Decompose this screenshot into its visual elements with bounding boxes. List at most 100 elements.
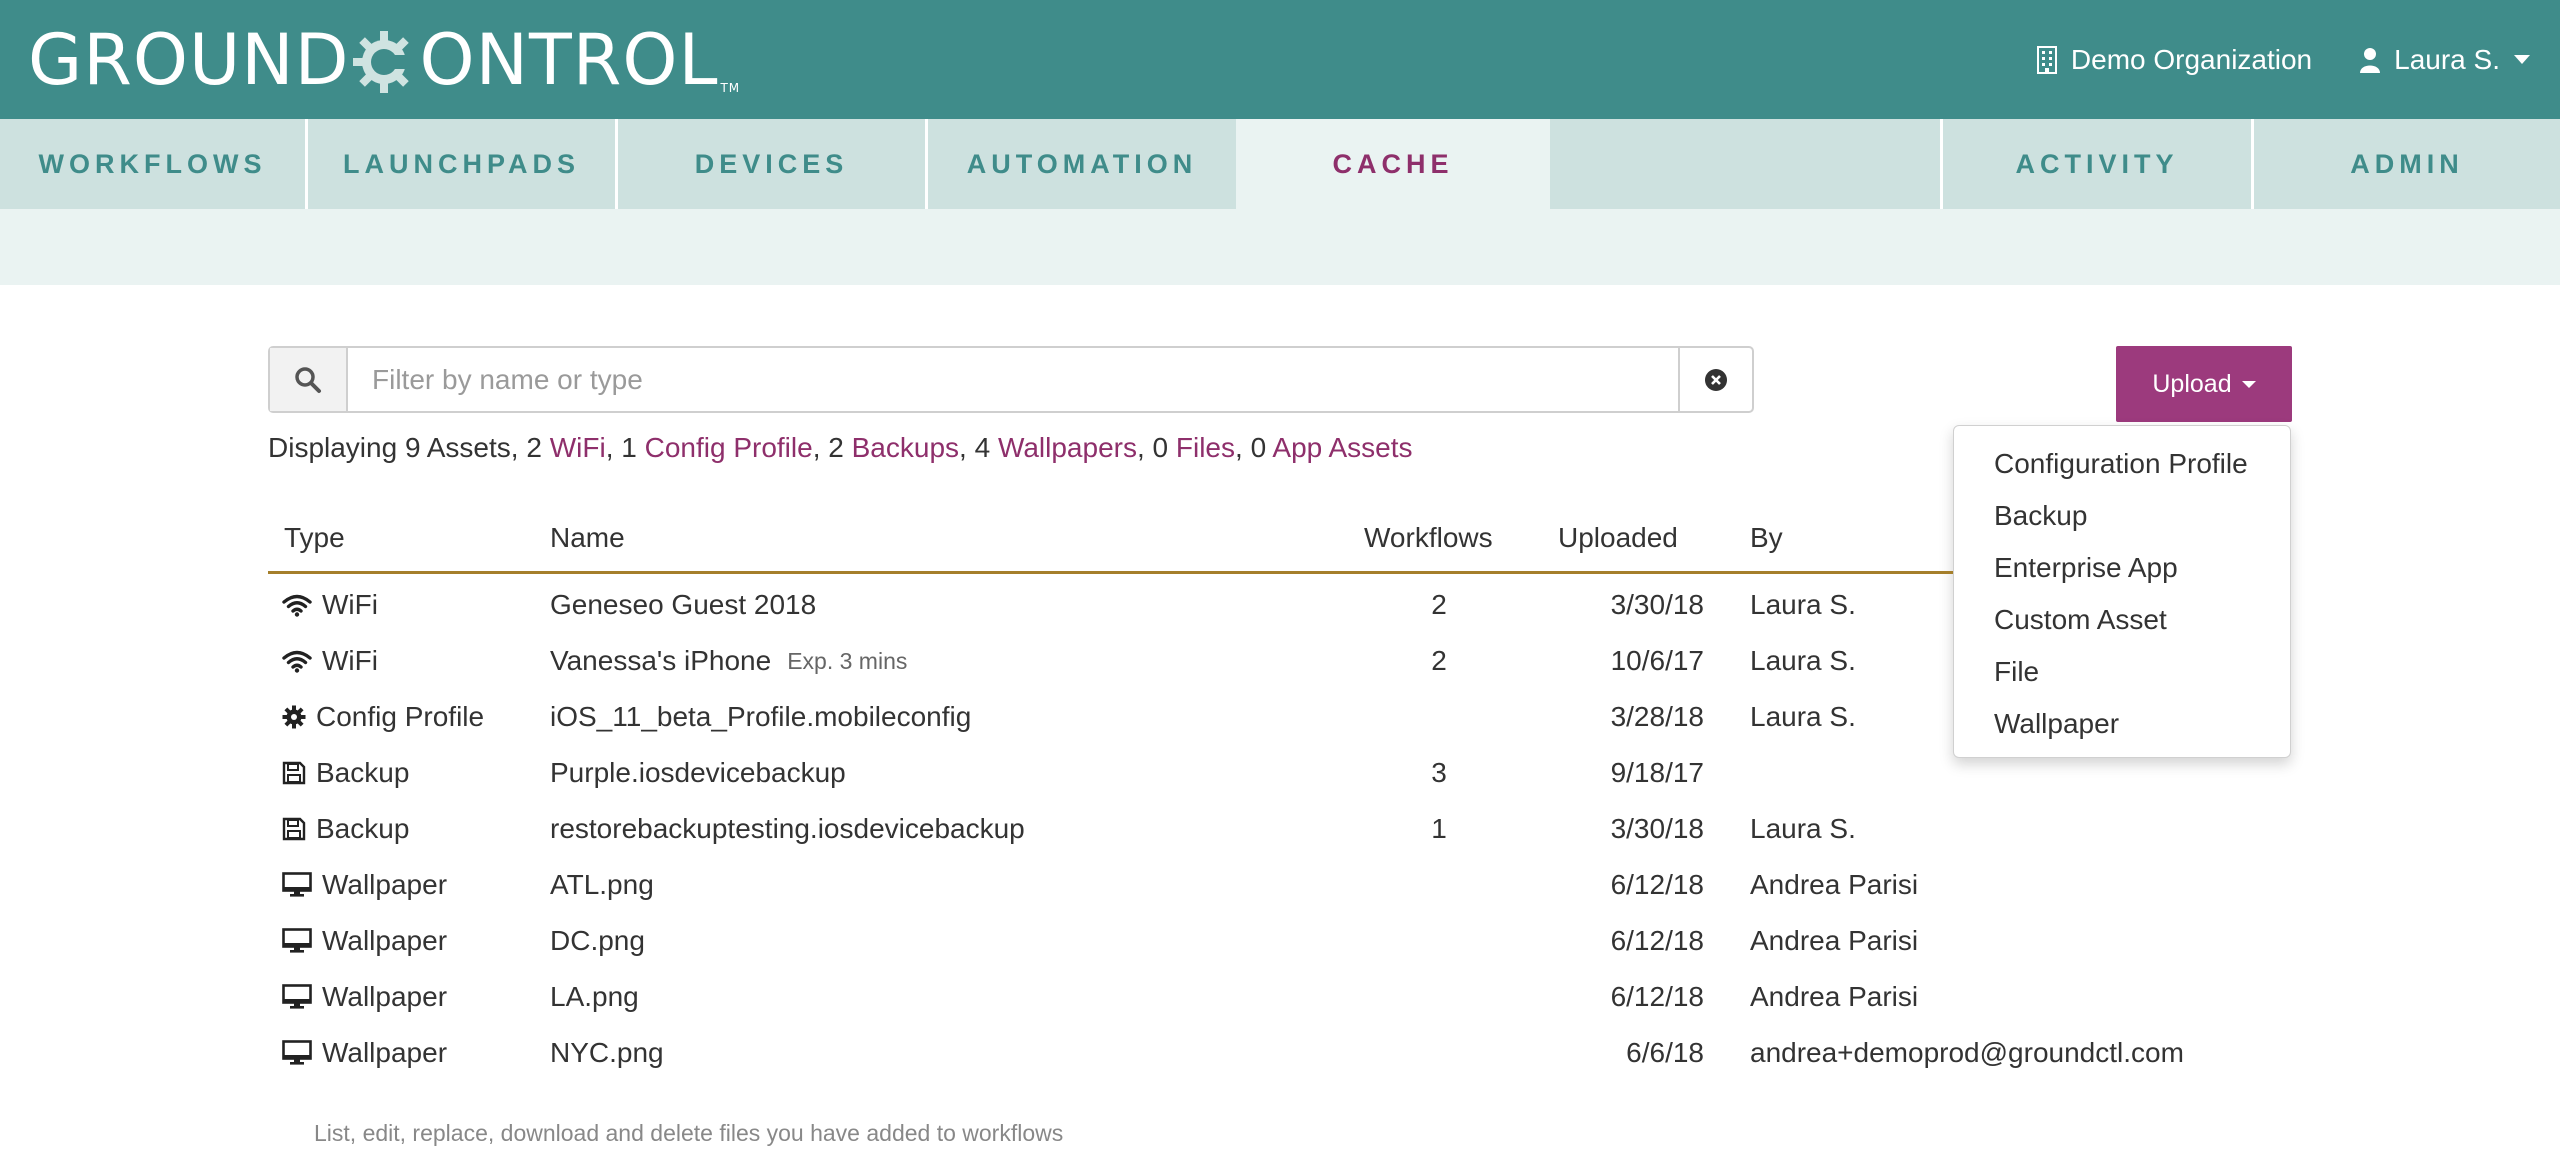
expiry-note: Exp. 3 mins [787,647,908,674]
filter-link-files[interactable]: Files [1176,432,1235,463]
tab-admin[interactable]: ADMIN [2254,119,2560,209]
tab-cache[interactable]: CACHE [1236,119,1550,209]
cell-name: ATL.png [550,857,654,913]
cell-by: Andrea Parisi [1750,981,1919,1012]
table-row[interactable]: Wallpaper NYC.png 6/6/18 andrea+demoprod@gr… [268,1025,2268,1081]
summary-prefix: Displaying 9 Assets, [268,432,527,463]
cache-help-text: List, edit, replace, download and delete… [314,1120,1064,1146]
main-nav: WORKFLOWS LAUNCHPADS DEVICES AUTOMATION … [0,119,2560,209]
cell-by: Andrea Parisi [1750,869,1919,900]
floppy-icon [282,761,316,785]
summary-sep: , [605,432,622,463]
menu-item-configuration-profile[interactable]: Configuration Profile [1954,438,2290,490]
cell-name: iOS_11_beta_Profile.mobileconfig [550,689,971,745]
table-row[interactable]: Wallpaper DC.png 6/12/18 Andrea Parisi [268,913,2268,969]
caret-down-icon [2241,380,2256,388]
cell-workflows: 2 [1431,645,1447,676]
cell-uploaded: 9/18/17 [1610,757,1704,788]
asset-name[interactable]: Vanessa's iPhone [550,645,771,677]
cell-uploaded: 3/28/18 [1610,701,1704,732]
user-name: Laura S. [2394,43,2500,75]
asset-name[interactable]: ATL.png [550,869,654,901]
asset-name[interactable]: Purple.iosdevicebackup [550,757,846,789]
summary-sep: , [959,432,975,463]
sub-header-bar [0,209,2560,285]
cell-name: Purple.iosdevicebackup [550,745,846,801]
top-header: GROUND ONTROL TM Demo Organization Laura… [0,0,2560,119]
cell-uploaded: 6/6/18 [1626,1037,1704,1068]
table-row[interactable]: Wallpaper LA.png 6/12/18 Andrea Parisi [268,969,2268,1025]
summary-count: 0 [1250,432,1267,463]
tab-automation[interactable]: AUTOMATION [928,119,1236,209]
gear-icon [351,29,418,95]
filter-link-backups[interactable]: Backups [852,432,959,463]
cell-name: Geneseo Guest 2018 [550,577,816,633]
cell-workflows: 3 [1431,757,1447,788]
cell-workflows [1364,969,1514,1025]
cell-type: Backup [282,745,409,801]
asset-name[interactable]: NYC.png [550,1037,664,1069]
cell-uploaded: 3/30/18 [1610,589,1704,620]
search-icon-addon [270,348,348,411]
wifi-icon [282,593,322,617]
summary-count: 2 [828,432,844,463]
summary-count: 4 [974,432,991,463]
cell-type: WiFi [282,577,378,633]
tab-launchpads[interactable]: LAUNCHPADS [308,119,618,209]
column-header-name[interactable]: Name [550,522,625,554]
tab-activity[interactable]: ACTIVITY [1940,119,2254,209]
table-row[interactable]: WiFi Geneseo Guest 2018 2 3/30/18 Laura S. [268,577,2268,633]
upload-button-label: Upload [2152,369,2232,398]
asset-name[interactable]: Geneseo Guest 2018 [550,589,816,621]
table-header-rule [268,571,1953,574]
table-row[interactable]: Backup restorebackuptesting.iosdeviceback… [268,801,2268,857]
table-row[interactable]: Config Profile iOS_11_beta_Profile.mobile… [268,689,2268,745]
summary-sep: , [1136,432,1153,463]
filter-input[interactable] [348,348,1678,411]
filter-link-app-assets[interactable]: App Assets [1272,432,1412,463]
organization-menu[interactable]: Demo Organization [2036,43,2313,76]
building-icon [2036,45,2057,74]
groundcontrol-logo[interactable]: GROUND ONTROL TM [28,19,740,101]
asset-name[interactable]: DC.png [550,925,645,957]
column-header-by[interactable]: By [1750,522,1783,554]
type-label: Config Profile [316,701,485,732]
column-header-workflows[interactable]: Workflows [1364,522,1493,554]
monitor-icon [282,984,322,1010]
table-row[interactable]: WiFi Vanessa's iPhone Exp. 3 mins 2 10/6/17 L… [268,633,2268,689]
clear-icon [1705,368,1727,391]
summary-sep: , [1235,432,1251,463]
tab-devices[interactable]: DEVICES [618,119,928,209]
table-row[interactable]: Wallpaper ATL.png 6/12/18 Andrea Parisi [268,857,2268,913]
organization-name: Demo Organization [2070,43,2313,75]
type-label: WiFi [322,589,378,620]
column-header-type[interactable]: Type [284,522,345,554]
menu-item-backup[interactable]: Backup [1954,490,2290,542]
search-icon [295,366,321,393]
cell-by: andrea+demoprod@groundctl.com [1750,1037,2184,1068]
filter-link-wifi[interactable]: WiFi [550,432,606,463]
type-label: Wallpaper [322,925,448,956]
cell-workflows [1364,913,1514,969]
cell-by: Andrea Parisi [1750,925,1919,956]
cell-by: Laura S. [1750,813,1856,844]
cell-by: Laura S. [1750,645,1856,676]
cell-workflows [1364,857,1514,913]
type-label: Wallpaper [322,869,448,900]
upload-button[interactable]: Upload [2116,346,2292,422]
column-header-uploaded[interactable]: Uploaded [1558,522,1678,554]
asset-name[interactable]: iOS_11_beta_Profile.mobileconfig [550,701,971,733]
user-menu[interactable]: Laura S. [2360,44,2530,76]
cell-name: Vanessa's iPhone Exp. 3 mins [550,633,907,689]
cell-type: Wallpaper [282,1025,447,1081]
asset-name[interactable]: LA.png [550,981,639,1013]
asset-name[interactable]: restorebackuptesting.iosdevicebackup [550,813,1025,845]
cell-name: NYC.png [550,1025,664,1081]
filter-link-wallpapers[interactable]: Wallpapers [998,432,1137,463]
tab-workflows[interactable]: WORKFLOWS [0,119,308,209]
table-row[interactable]: Backup Purple.iosdevicebackup 3 9/18/17 [268,745,2268,801]
clear-filter-button[interactable] [1678,348,1752,411]
filter-link-config-profile[interactable]: Config Profile [645,432,813,463]
cell-name: DC.png [550,913,645,969]
summary-count: 0 [1152,432,1169,463]
